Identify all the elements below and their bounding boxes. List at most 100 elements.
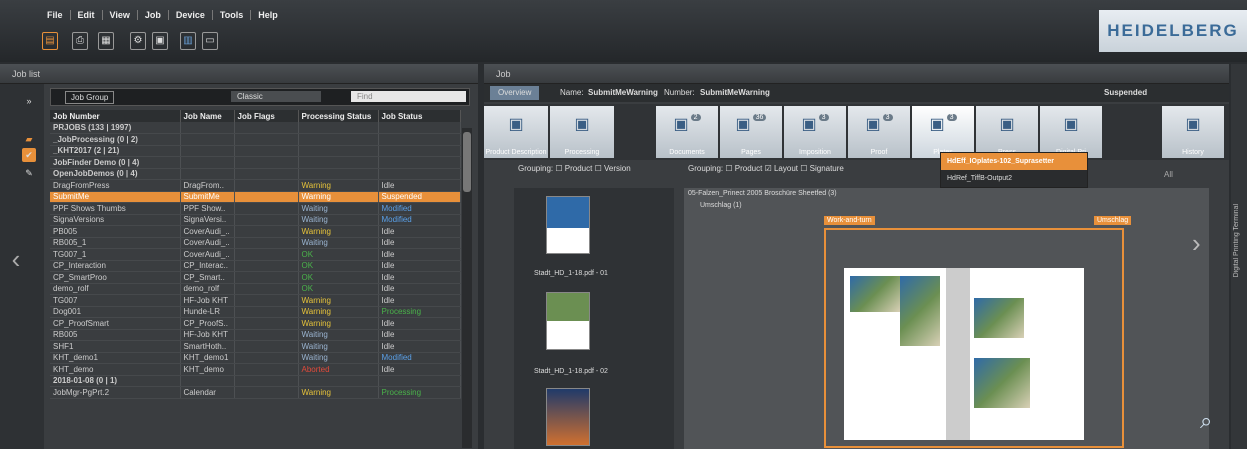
menu-tools[interactable]: Tools — [213, 10, 252, 20]
table-row[interactable]: PB005 CoverAudi_.. Warning Idle — [50, 225, 461, 238]
cell-processing-status: Warning — [298, 386, 379, 399]
table-row[interactable]: JobFinder Demo (0 | 4) — [50, 156, 461, 169]
cell-job-flags — [234, 122, 299, 134]
table-row[interactable]: CP_ProofSmart CP_ProofS.. Warning Idle — [50, 317, 461, 330]
table-row[interactable]: JobMgr-PgPrt.2 Calendar Warning Processing — [50, 386, 461, 399]
job-list-header: Job list — [0, 64, 478, 84]
job-group-select[interactable]: Job Group — [65, 91, 115, 104]
col-job-status[interactable]: Job Status — [378, 110, 461, 122]
scroll-thumb[interactable] — [463, 132, 471, 192]
table-row[interactable]: CP_SmartProo CP_Smart.. OK Idle — [50, 271, 461, 284]
menu-view[interactable]: View — [103, 10, 138, 20]
cell-job-status: Processing — [378, 306, 461, 318]
terminal-label[interactable]: Digital Printing Terminal — [1233, 204, 1240, 277]
top-toolbar: File Edit View Job Device Tools Help ▤ ⎙… — [0, 0, 1247, 62]
job-list-icon[interactable]: ▤ — [42, 32, 58, 50]
table-row[interactable]: Dog001 Hunde-LR Warning Processing — [50, 306, 461, 318]
table-row[interactable]: RB005 HF-Job KHT Waiting Idle — [50, 329, 461, 341]
job-list-scrollbar[interactable] — [462, 128, 472, 448]
group-layout[interactable]: Layout — [774, 164, 798, 173]
cell-job-number: SignaVersions — [50, 214, 181, 226]
search-input[interactable]: Find — [351, 91, 466, 102]
cell-job-name — [180, 375, 235, 387]
cell-job-number: _KHT2017 (2 | 21) — [50, 145, 181, 157]
tab-processing[interactable]: ▣ Processing — [550, 106, 614, 158]
dropdown-option[interactable]: HdEff_IOplates-102_Suprasetter — [941, 153, 1087, 170]
cell-job-name: PPF Show.. — [180, 202, 235, 215]
table-row[interactable]: PPF Shows Thumbs PPF Show.. Waiting Modifie… — [50, 202, 461, 215]
expand-icon[interactable]: » — [22, 94, 36, 108]
table-row[interactable]: _KHT2017 (2 | 21) — [50, 145, 461, 157]
cell-job-flags — [234, 283, 299, 295]
edit-icon[interactable]: ✎ — [22, 166, 36, 180]
tree-child[interactable]: Umschlag (1) — [700, 202, 742, 209]
settings-icon[interactable]: ⚙ — [130, 32, 146, 50]
chevron-left-icon[interactable]: ‹ — [4, 244, 28, 274]
col-job-number[interactable]: Job Number — [50, 110, 181, 122]
tab-history[interactable]: ▣ History — [1162, 106, 1224, 158]
table-row[interactable]: _JobProcessing (0 | 2) — [50, 133, 461, 146]
group-product[interactable]: Product — [565, 164, 593, 173]
table-row[interactable]: RB005_1 CoverAudi_.. Waiting Idle — [50, 237, 461, 249]
table-row[interactable]: demo_rolf demo_rolf OK Idle — [50, 283, 461, 295]
col-job-name[interactable]: Job Name — [180, 110, 235, 122]
table-row[interactable]: DragFromPress DragFrom.. Warning Idle — [50, 179, 461, 192]
document-icon[interactable]: ▭ — [202, 32, 218, 50]
menu-edit[interactable]: Edit — [71, 10, 103, 20]
cell-processing-status: Waiting — [298, 329, 379, 341]
tab-plates[interactable]: ▣3Plates — [912, 106, 974, 158]
cell-job-status: Idle — [378, 340, 461, 353]
dropdown-option[interactable]: HdRef_TiffB-Output2 — [941, 170, 1087, 187]
tab-badge: 3 — [946, 114, 957, 121]
menu-job[interactable]: Job — [138, 10, 169, 20]
table-row[interactable]: SHF1 SmartHoth.. Waiting Idle — [50, 340, 461, 353]
printer-icon[interactable]: ⎙ — [72, 32, 88, 50]
table-row[interactable]: PRJOBS (133 | 1997) — [50, 122, 461, 134]
filter-all-select[interactable]: All — [1164, 170, 1173, 179]
page-thumbnail[interactable] — [546, 388, 590, 446]
tab-imposition[interactable]: ▣ 3 Imposition — [784, 106, 846, 158]
menu-file[interactable]: File — [40, 10, 71, 20]
group-product[interactable]: Product — [735, 164, 763, 173]
layout-icon[interactable]: ▥ — [180, 32, 196, 50]
search-zoom-icon[interactable]: ⌕ — [1200, 408, 1212, 434]
col-processing-status[interactable]: Processing Status — [298, 110, 379, 122]
table-row[interactable]: SignaVersions SignaVersi.. Waiting Modified — [50, 214, 461, 226]
tab-product-description[interactable]: ▣ Product Description — [484, 106, 548, 158]
cell-job-flags — [234, 237, 299, 249]
pin-icon[interactable]: ▰ — [22, 132, 36, 146]
table-row[interactable]: TG007 HF-Job KHT Warning Idle — [50, 294, 461, 307]
device-icon[interactable]: ▦ — [98, 32, 114, 50]
table-row[interactable]: KHT_demo1 KHT_demo1 Waiting Modified — [50, 352, 461, 364]
col-job-flags[interactable]: Job Flags — [234, 110, 299, 122]
table-row[interactable]: 2018-01-08 (0 | 1) — [50, 375, 461, 387]
table-row[interactable]: KHT_demo KHT_demo Aborted Idle — [50, 363, 461, 376]
group-signature[interactable]: Signature — [810, 164, 844, 173]
chevron-right-icon[interactable]: › — [1192, 228, 1201, 259]
menu-help[interactable]: Help — [251, 10, 285, 20]
cell-job-name — [180, 156, 235, 169]
view-select[interactable]: Classic — [231, 91, 321, 102]
table-row[interactable]: SubmitMe SubmitMe Warning Suspended — [50, 191, 461, 203]
tab-pages[interactable]: ▣ 36 Pages — [720, 106, 782, 158]
cell-job-number: demo_rolf — [50, 283, 181, 295]
tab-proof[interactable]: ▣ 3 Proof — [848, 106, 910, 158]
cell-job-name: SmartHoth.. — [180, 340, 235, 353]
page-thumbnail[interactable] — [546, 292, 590, 350]
cell-job-flags — [234, 386, 299, 399]
photo-block — [900, 276, 940, 346]
table-row[interactable]: TG007_1 CoverAudi_.. OK Idle — [50, 248, 461, 261]
tab-press[interactable]: ▣Press — [976, 106, 1038, 158]
group-version[interactable]: Version — [604, 164, 631, 173]
table-row[interactable]: OpenJobDemos (0 | 4) — [50, 168, 461, 180]
cell-job-name — [180, 122, 235, 134]
joblist-tab-icon[interactable]: ✔ — [22, 148, 36, 162]
tree-root[interactable]: 05-Falzen_Prinect 2005 Broschüre Sheetfe… — [688, 190, 837, 197]
monitor-icon[interactable]: ▣ — [152, 32, 168, 50]
menu-device[interactable]: Device — [169, 10, 213, 20]
overview-button[interactable]: Overview — [490, 86, 540, 100]
page-thumbnail[interactable] — [546, 196, 590, 254]
tab-digital-pri[interactable]: ▣Digital Pri — [1040, 106, 1102, 158]
table-row[interactable]: CP_Interaction CP_Interac.. OK Idle — [50, 260, 461, 272]
tab-documents[interactable]: ▣ 2 Documents — [656, 106, 718, 158]
